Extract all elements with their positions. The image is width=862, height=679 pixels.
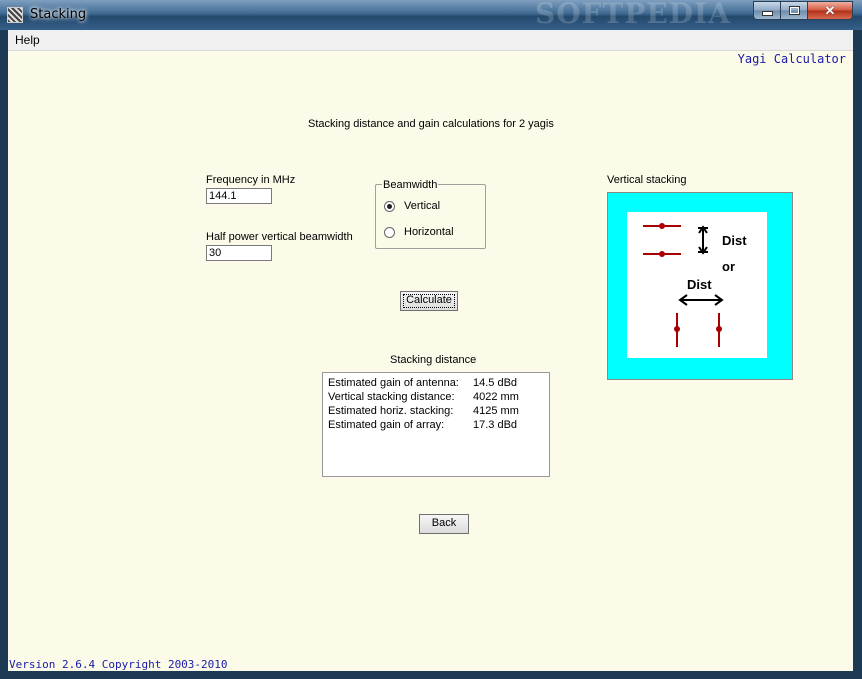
minimize-button[interactable] xyxy=(753,1,781,20)
dist-label-top: Dist xyxy=(722,233,747,248)
page-heading: Stacking distance and gain calculations … xyxy=(308,118,554,130)
radio-horizontal[interactable]: Horizontal xyxy=(384,226,454,238)
close-icon: ✕ xyxy=(824,3,836,18)
result-label: Vertical stacking distance: xyxy=(328,391,455,403)
diagram-title: Vertical stacking xyxy=(607,174,687,186)
radio-vertical-label: Vertical xyxy=(404,200,441,212)
version-text: Version 2.6.4 Copyright 2003-2010 xyxy=(9,658,228,671)
app-brand: Yagi Calculator xyxy=(737,52,846,66)
minimize-icon xyxy=(761,11,773,16)
calculate-button[interactable]: Calculate xyxy=(400,291,458,311)
result-row: Estimated gain of antenna: 14.5 dBd xyxy=(328,377,517,389)
result-value: 4125 mm xyxy=(473,405,519,417)
results-box[interactable]: Estimated gain of antenna: 14.5 dBd Vert… xyxy=(322,372,550,477)
stacking-diagram-svg: Dist or Dist xyxy=(643,223,747,347)
app-icon xyxy=(7,7,23,23)
beamwidth-input[interactable] xyxy=(206,245,272,261)
maximize-button[interactable] xyxy=(780,1,808,20)
results-title: Stacking distance xyxy=(390,354,477,366)
result-value: 17.3 dBd xyxy=(473,419,518,431)
result-label: Estimated gain of antenna: xyxy=(328,377,459,389)
title-bar[interactable]: Stacking SOFTPEDIA ✕ xyxy=(0,0,862,30)
stacking-diagram: Dist or Dist xyxy=(607,192,793,380)
or-label: or xyxy=(722,259,735,274)
menu-help[interactable]: Help xyxy=(15,33,40,47)
result-label: Estimated gain of array: xyxy=(328,419,445,431)
radio-horizontal-indicator[interactable] xyxy=(384,226,395,238)
vertical-yagi-top xyxy=(643,223,681,229)
maximize-icon xyxy=(788,6,800,15)
radio-vertical[interactable]: Vertical xyxy=(384,200,440,212)
client-area: Help Yagi Calculator Stacking distance a… xyxy=(8,30,853,671)
dist-label-bottom: Dist xyxy=(687,277,712,292)
back-button[interactable]: Back xyxy=(419,514,469,534)
vertical-yagi-bottom xyxy=(643,251,681,257)
horizontal-distance-arrow-icon xyxy=(678,294,724,306)
beamwidth-legend: Beamwidth xyxy=(382,179,439,191)
result-row: Vertical stacking distance: 4022 mm xyxy=(328,391,519,403)
radio-horizontal-label: Horizontal xyxy=(404,226,454,238)
window-title: Stacking xyxy=(30,7,87,22)
beamwidth-groupbox: Beamwidth Vertical Horizontal xyxy=(375,179,486,249)
softpedia-watermark: SOFTPEDIA xyxy=(535,0,731,30)
radio-vertical-indicator[interactable] xyxy=(384,200,395,212)
vertical-distance-arrow-icon xyxy=(698,225,708,255)
horizontal-yagi-right xyxy=(716,313,722,347)
result-row: Estimated gain of array: 17.3 dBd xyxy=(328,419,517,431)
frequency-label: Frequency in MHz xyxy=(206,174,296,186)
frequency-input[interactable] xyxy=(206,188,272,204)
result-label: Estimated horiz. stacking: xyxy=(328,405,454,417)
beamwidth-label: Half power vertical beamwidth xyxy=(206,231,353,243)
close-button[interactable]: ✕ xyxy=(807,1,853,20)
result-value: 14.5 dBd xyxy=(473,377,518,389)
result-row: Estimated horiz. stacking: 4125 mm xyxy=(328,405,519,417)
result-value: 4022 mm xyxy=(473,391,519,403)
menu-bar: Help xyxy=(8,30,853,51)
stacking-diagram-canvas: Dist or Dist xyxy=(627,212,767,358)
horizontal-yagi-left xyxy=(674,313,680,347)
